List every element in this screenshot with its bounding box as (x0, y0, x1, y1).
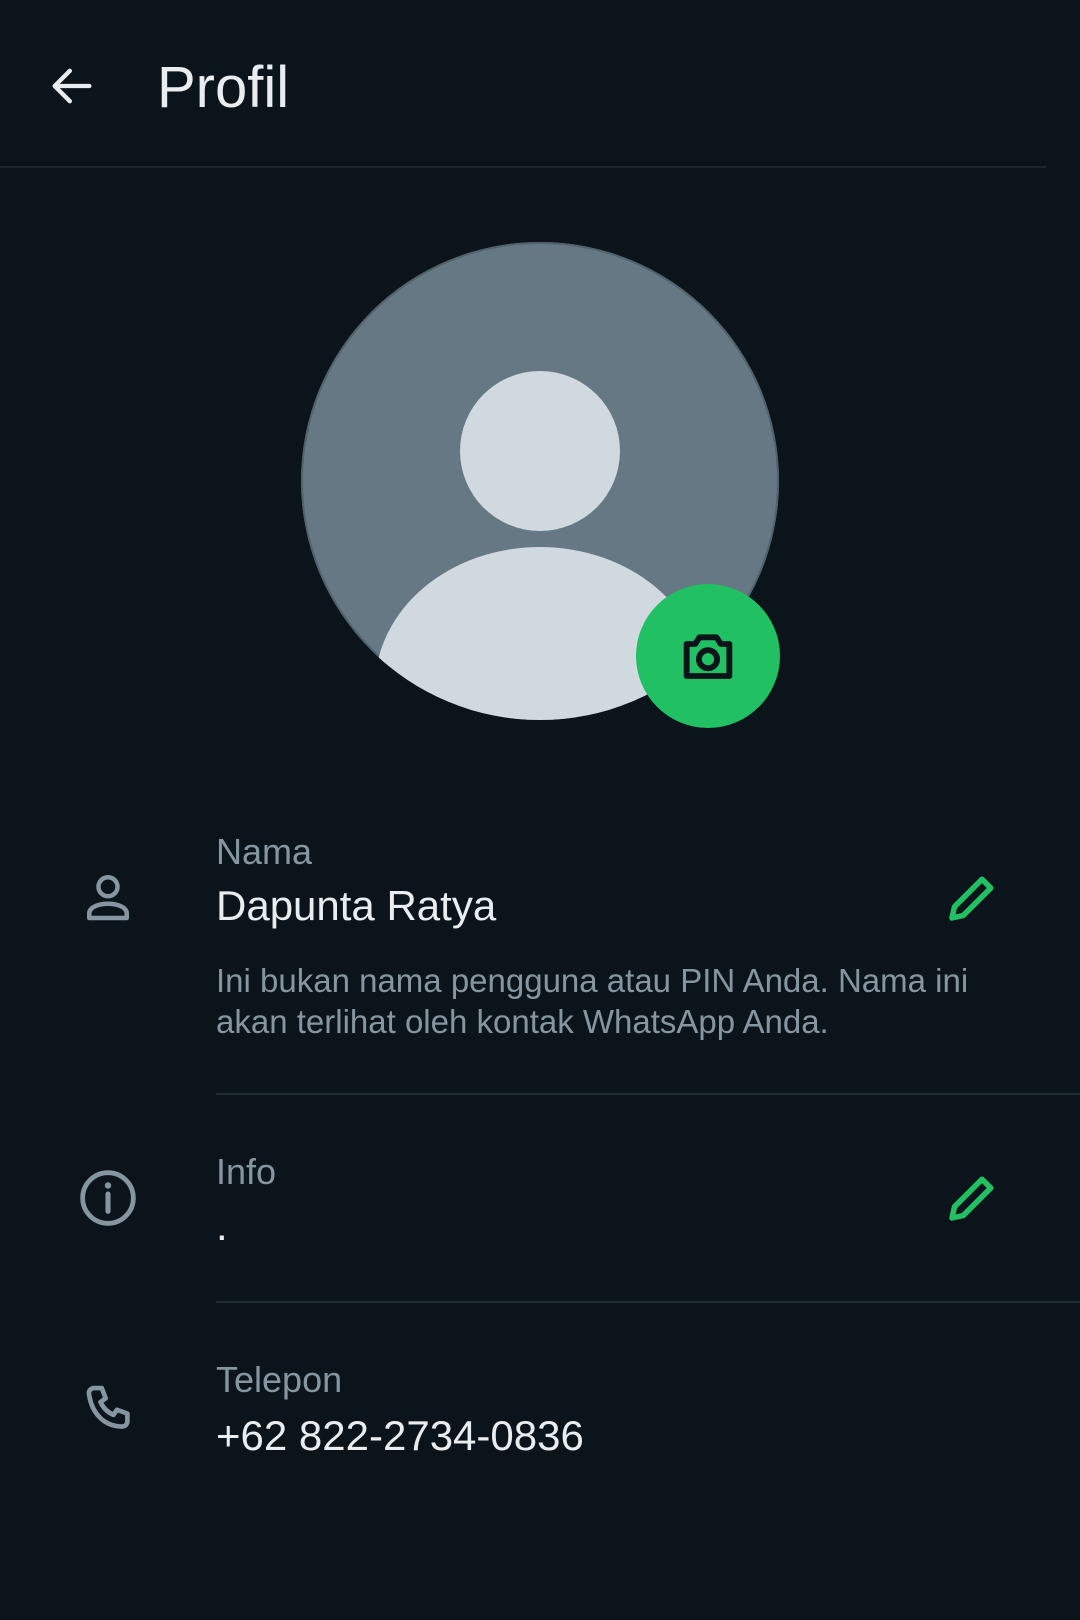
name-hint: Ini bukan nama pengguna atau PIN Anda. N… (216, 962, 969, 1040)
about-row[interactable]: Info . (0, 1148, 1080, 1298)
app-bar-divider (0, 166, 1046, 168)
app-bar: Profil (0, 0, 1080, 168)
edit-name-button[interactable] (936, 862, 1008, 934)
about-label: Info (216, 1151, 277, 1192)
phone-row[interactable]: Telepon +62 822-2734-0836 (0, 1356, 1080, 1506)
about-value: . (216, 1202, 228, 1249)
back-button[interactable] (36, 50, 108, 122)
phone-label: Telepon (216, 1359, 343, 1400)
arrow-left-icon (52, 68, 92, 104)
name-row[interactable]: Nama Dapunta Ratya Ini bukan nama penggu… (0, 820, 1080, 1094)
page-title: Profil (157, 55, 290, 120)
person-icon (72, 862, 144, 934)
pencil-icon (949, 1176, 994, 1221)
divider (216, 1093, 1080, 1095)
divider (216, 1301, 1080, 1303)
change-photo-button[interactable] (636, 584, 780, 728)
phone-icon (72, 1374, 144, 1446)
pencil-icon (949, 876, 994, 921)
name-value: Dapunta Ratya (216, 882, 497, 929)
edit-about-button[interactable] (936, 1162, 1008, 1234)
name-label: Nama (216, 831, 313, 872)
info-icon (72, 1162, 144, 1234)
camera-icon (683, 634, 733, 679)
phone-value: +62 822-2734-0836 (216, 1412, 584, 1459)
